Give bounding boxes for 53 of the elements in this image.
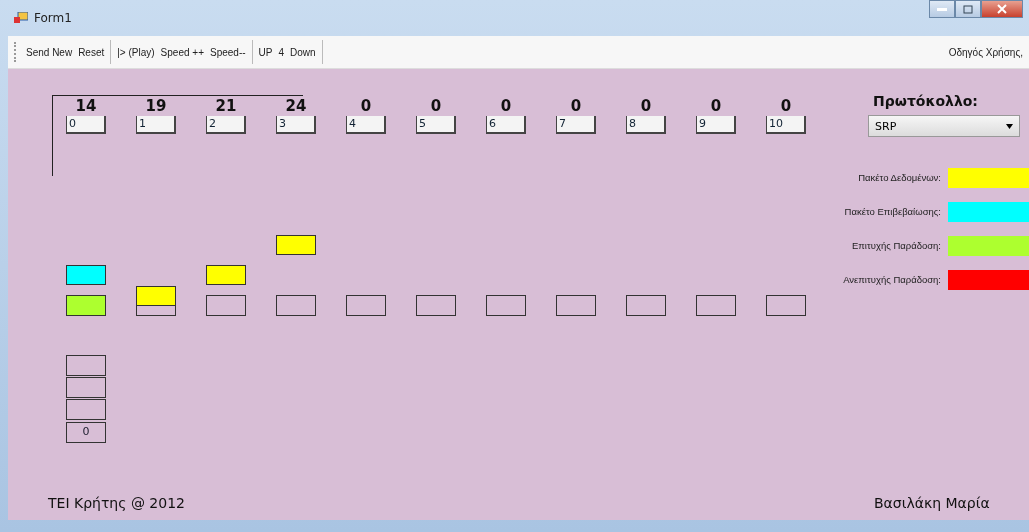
counter-value: 0	[639, 97, 653, 115]
protocol-dropdown[interactable]: SRP	[868, 115, 1020, 137]
counter-value: 0	[359, 97, 373, 115]
slot-number-field[interactable]: 9	[696, 116, 736, 134]
footer-text: TEI Κρήτης @ 2012	[48, 495, 185, 511]
counter-value: 19	[144, 97, 168, 115]
slot-number-field[interactable]: 7	[556, 116, 596, 134]
minimize-button[interactable]	[929, 0, 955, 18]
counter-value: 14	[74, 97, 98, 115]
toolbar-button[interactable]: Speed ++	[157, 44, 207, 60]
buffer-count: 0	[66, 422, 106, 443]
counter-value: 0	[709, 97, 723, 115]
buffer-cell	[66, 377, 106, 398]
counter-value: 0	[779, 97, 793, 115]
counter-value: 0	[569, 97, 583, 115]
slot-number-field[interactable]: 0	[66, 116, 106, 134]
minimize-icon	[937, 7, 947, 11]
protocol-label: Πρωτόκολλο:	[873, 93, 978, 109]
slot-number-field[interactable]: 1	[136, 116, 176, 134]
buffer-cell	[66, 355, 106, 376]
legend-label: Πακέτο Επιβεβαίωσης:	[844, 206, 941, 217]
toolbar-button[interactable]: UP	[255, 44, 276, 60]
maximize-icon	[963, 4, 973, 14]
toolbar-button[interactable]: Speed--	[207, 44, 249, 60]
legend-label: Επιτυχής Παράδοση:	[851, 240, 941, 251]
help-menu[interactable]: Οδηγός Χρήσης,	[948, 46, 1023, 58]
close-icon	[997, 4, 1007, 14]
author-name: Βασιλάκη Μαρία	[874, 495, 990, 511]
toolbar-button[interactable]: Reset	[75, 44, 108, 60]
maximize-button[interactable]	[955, 0, 981, 18]
counter-value: 0	[499, 97, 513, 115]
slot-number-field[interactable]: 10	[766, 116, 806, 134]
slot-number-field[interactable]: 4	[346, 116, 386, 134]
toolbar-grip[interactable]	[14, 42, 19, 62]
slot-number-field[interactable]: 8	[626, 116, 666, 134]
buffer-cell	[66, 399, 106, 420]
legend-label: Πακέτο Δεδομένων:	[858, 172, 941, 183]
toolbar-button[interactable]: 4	[275, 44, 288, 60]
slot-number-field[interactable]: 5	[416, 116, 456, 134]
window-icon	[14, 12, 28, 24]
toolbar-button[interactable]: |> (Play)	[114, 44, 158, 60]
window-title: Form1	[34, 11, 72, 25]
toolbar-button[interactable]: Send New	[23, 44, 76, 60]
toolbar-button[interactable]: Down	[287, 44, 319, 60]
counter-value: 24	[284, 97, 308, 115]
legend-label: Ανεπιτυχής Παράδοση:	[843, 274, 941, 285]
counter-value: 0	[429, 97, 443, 115]
slot-number-field[interactable]: 6	[486, 116, 526, 134]
close-button[interactable]	[981, 0, 1023, 18]
slot-number-field[interactable]: 3	[276, 116, 316, 134]
dropdown-arrow-icon	[1006, 123, 1013, 129]
counter-value: 21	[214, 97, 238, 115]
slot-number-field[interactable]: 2	[206, 116, 246, 134]
